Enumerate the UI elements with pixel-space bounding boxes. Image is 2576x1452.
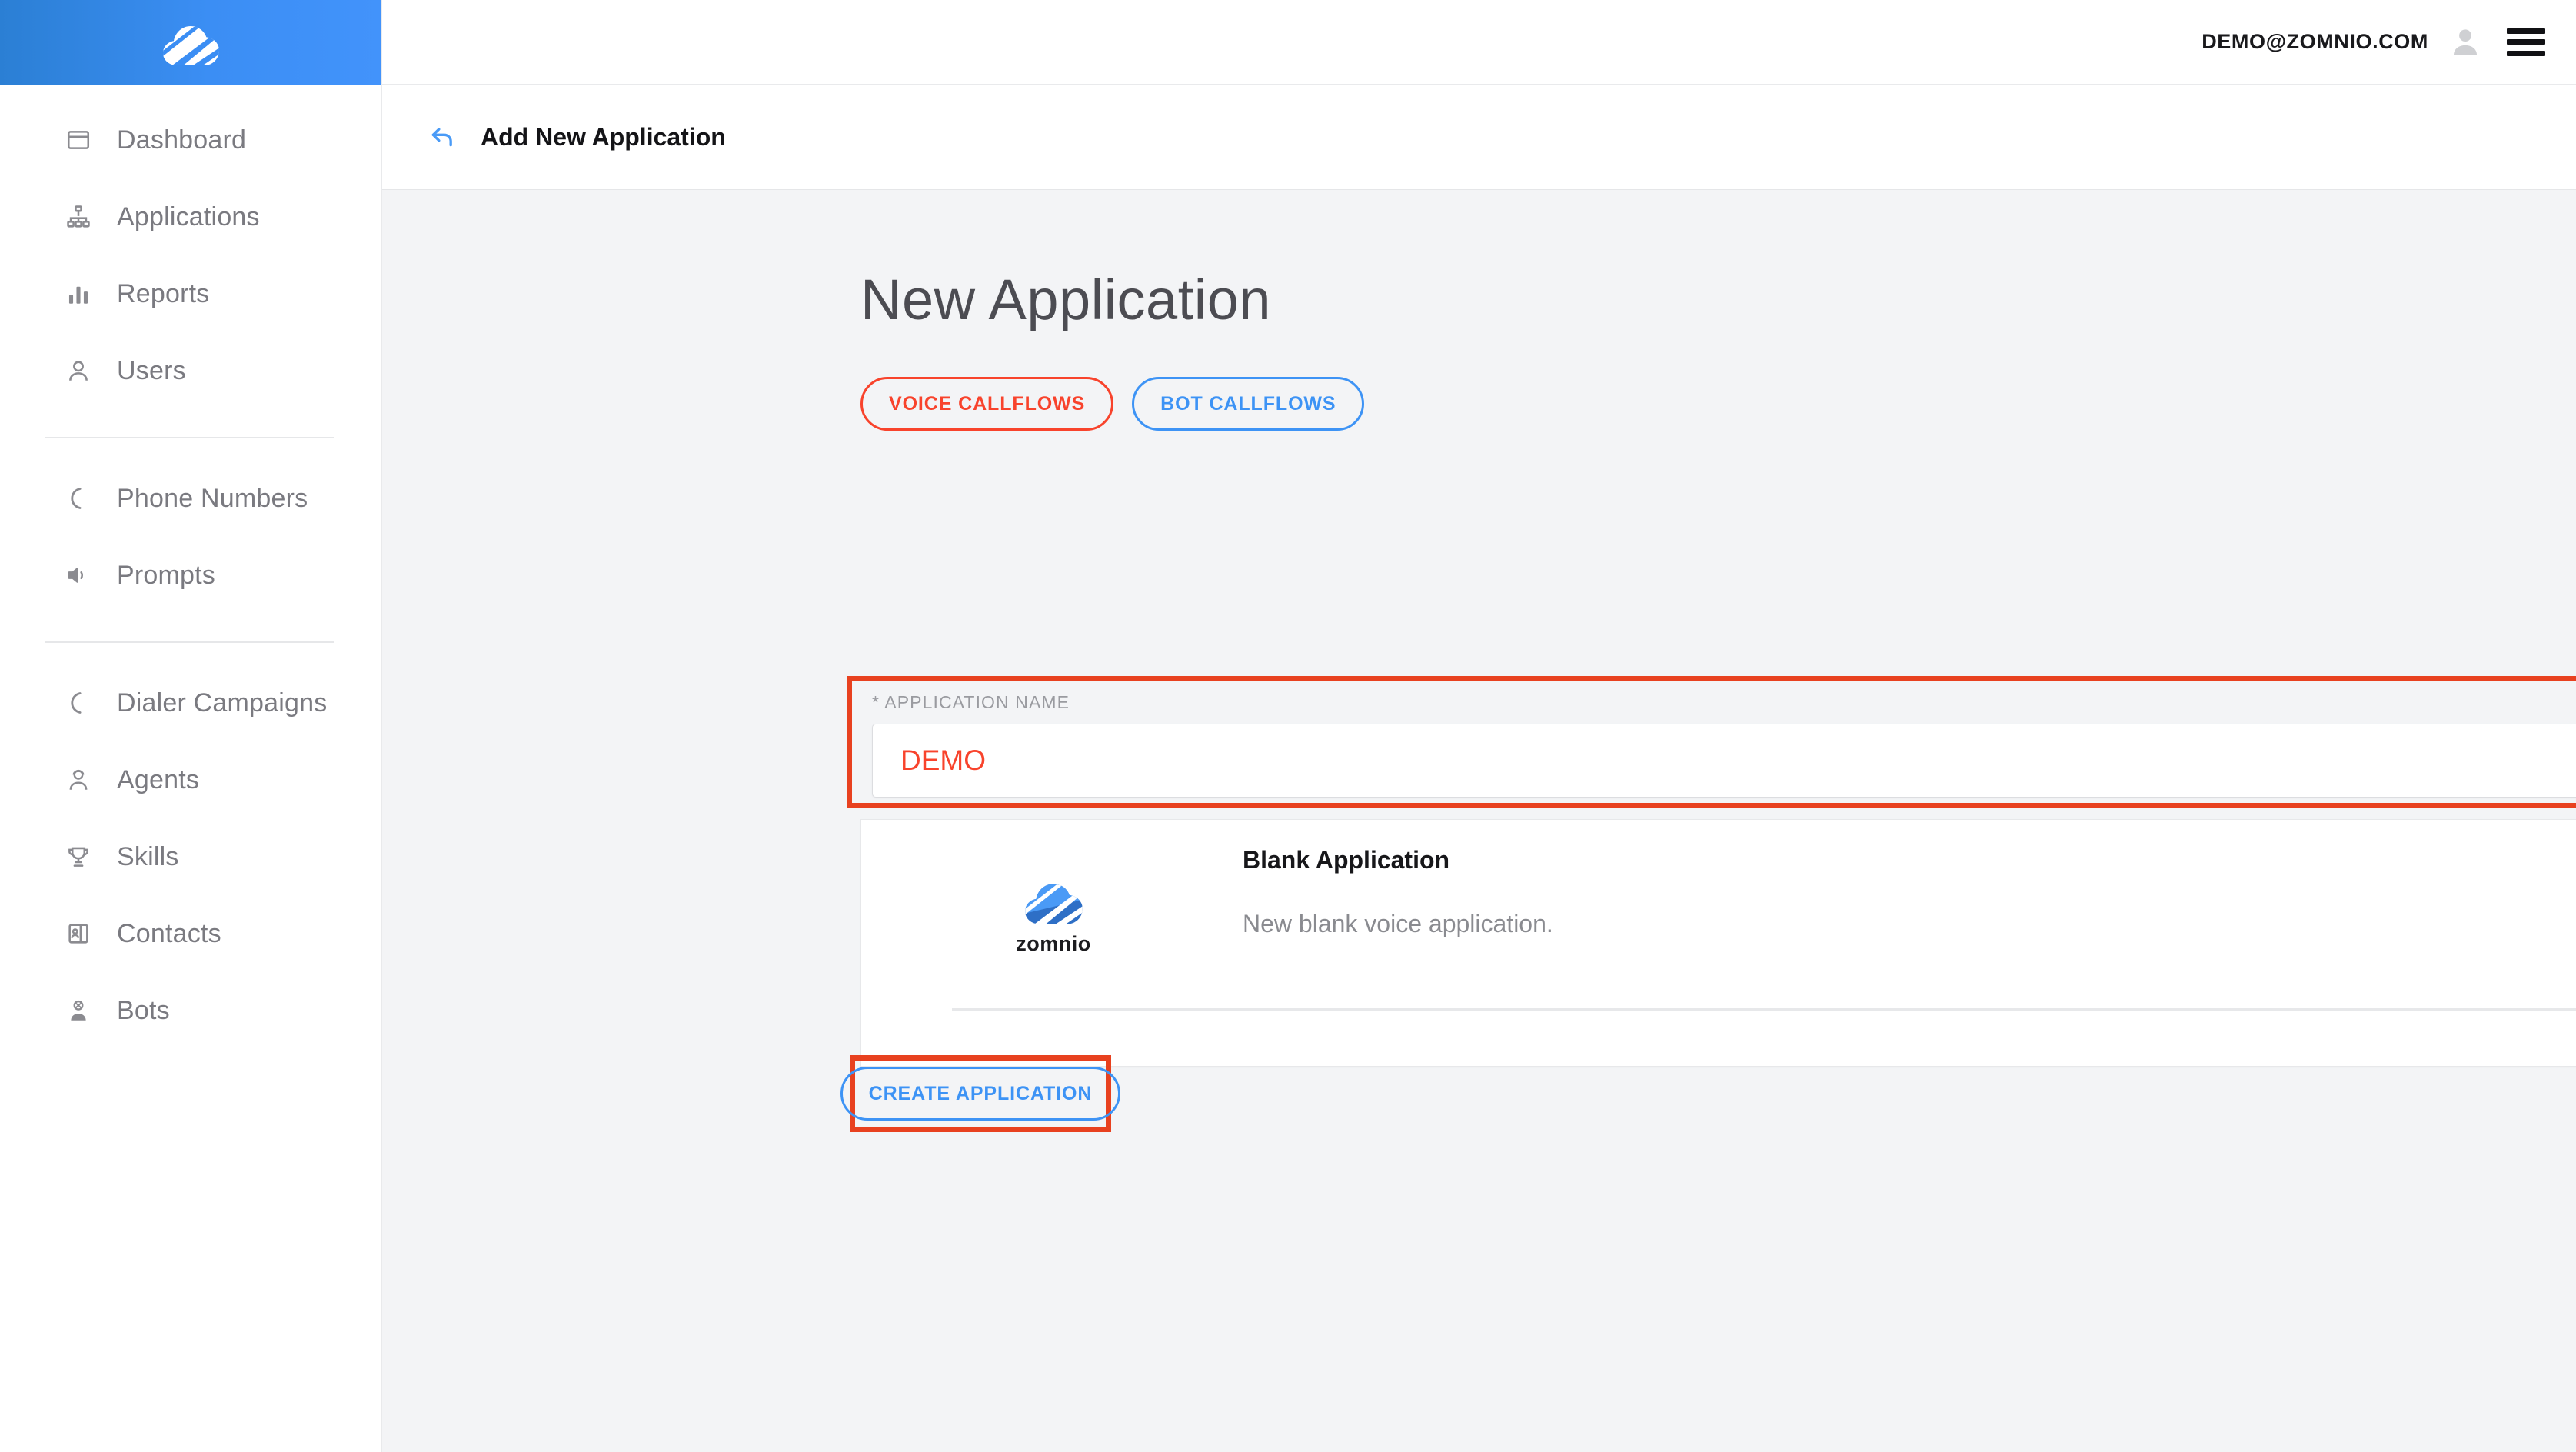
sidebar-item-label: Dashboard — [117, 125, 247, 155]
create-application-button[interactable]: CREATE APPLICATION — [840, 1067, 1121, 1121]
sidebar-item-skills[interactable]: Skills — [0, 837, 381, 877]
window-icon — [63, 125, 94, 155]
template-card-panel: zomnio Blank Application New blank voice… — [860, 819, 2576, 1067]
tab-voice-callflows[interactable]: VOICE CALLFLOWS — [860, 377, 1114, 431]
sitemap-icon — [63, 201, 94, 232]
tab-label: BOT CALLFLOWS — [1160, 392, 1336, 415]
hamburger-menu-icon[interactable] — [2507, 28, 2545, 56]
sidebar-item-label: Bots — [117, 995, 170, 1025]
sidebar-nav: Dashboard Applications Reports Users Pho… — [0, 85, 381, 1031]
card-divider — [952, 1008, 2576, 1011]
page-title: New Application — [860, 268, 1272, 331]
template-card-description: New blank voice application. — [1243, 910, 1553, 937]
create-application-label: CREATE APPLICATION — [868, 1082, 1093, 1104]
sidebar-item-prompts[interactable]: Prompts — [0, 555, 381, 595]
app-root: Dashboard Applications Reports Users Pho… — [0, 0, 2576, 1452]
bar-chart-icon — [63, 278, 94, 309]
zomnio-wordmark: zomnio — [1016, 931, 1091, 955]
user-email-label: DEMO@ZOMNIO.COM — [2202, 30, 2428, 53]
sidebar: Dashboard Applications Reports Users Pho… — [0, 0, 382, 1452]
zomnio-cloud-logo-icon — [158, 18, 223, 67]
sidebar-item-label: Prompts — [117, 560, 215, 590]
template-card-row[interactable]: zomnio Blank Application New blank voice… — [861, 820, 2576, 1011]
contact-card-icon — [63, 918, 94, 949]
agent-headset-icon — [63, 764, 94, 795]
phone-icon — [63, 688, 94, 718]
create-application-annotation: CREATE APPLICATION — [840, 1055, 1121, 1132]
application-name-label: * APPLICATION NAME — [872, 692, 1070, 712]
tab-label: VOICE CALLFLOWS — [889, 392, 1086, 415]
sidebar-item-label: Agents — [117, 764, 200, 794]
application-name-value: DEMO — [900, 744, 986, 776]
phone-icon — [63, 483, 94, 514]
sidebar-item-dialer-campaigns[interactable]: Dialer Campaigns — [0, 683, 381, 723]
sub-header-bar: Add New Application — [382, 85, 2576, 190]
sidebar-item-agents[interactable]: Agents — [0, 760, 381, 800]
top-bar: DEMO@ZOMNIO.COM — [382, 0, 2576, 85]
sidebar-item-users[interactable]: Users — [0, 351, 381, 391]
sidebar-item-bots[interactable]: Bots — [0, 991, 381, 1031]
user-icon — [63, 355, 94, 386]
template-card-title: Blank Application — [1243, 846, 1450, 874]
sub-header-title: Add New Application — [481, 122, 726, 151]
brand-header[interactable] — [0, 0, 381, 85]
template-logo: zomnio — [938, 820, 1169, 1011]
avatar-icon[interactable] — [2448, 25, 2482, 59]
back-arrow-icon[interactable] — [427, 122, 458, 152]
sidebar-item-label: Applications — [117, 201, 260, 231]
sidebar-item-label: Dialer Campaigns — [117, 688, 328, 718]
speaker-icon — [63, 560, 94, 591]
sidebar-item-phone-numbers[interactable]: Phone Numbers — [0, 478, 381, 518]
trophy-icon — [63, 841, 94, 872]
tab-bot-callflows[interactable]: BOT CALLFLOWS — [1132, 377, 1365, 431]
application-name-annotation: * APPLICATION NAME DEMO — [847, 676, 2576, 808]
sidebar-item-label: Skills — [117, 841, 179, 871]
sidebar-item-label: Users — [117, 355, 186, 385]
sidebar-item-dashboard[interactable]: Dashboard — [0, 120, 381, 160]
sidebar-item-contacts[interactable]: Contacts — [0, 914, 381, 954]
zomnio-cloud-logo-icon — [1020, 875, 1087, 927]
application-name-input[interactable]: DEMO — [872, 724, 2576, 798]
sidebar-item-label: Phone Numbers — [117, 483, 308, 513]
sidebar-item-reports[interactable]: Reports — [0, 274, 381, 314]
bot-icon — [63, 995, 94, 1026]
main-column: DEMO@ZOMNIO.COM Add New Application New … — [382, 0, 2576, 1452]
content-area: New Application VOICE CALLFLOWS BOT CALL… — [382, 190, 2576, 1452]
sidebar-item-applications[interactable]: Applications — [0, 197, 381, 237]
sidebar-item-label: Reports — [117, 278, 210, 308]
sidebar-item-label: Contacts — [117, 918, 221, 948]
template-card-text: Blank Application New blank voice applic… — [1169, 820, 2576, 1011]
callflow-tabs: VOICE CALLFLOWS BOT CALLFLOWS — [860, 377, 2576, 431]
